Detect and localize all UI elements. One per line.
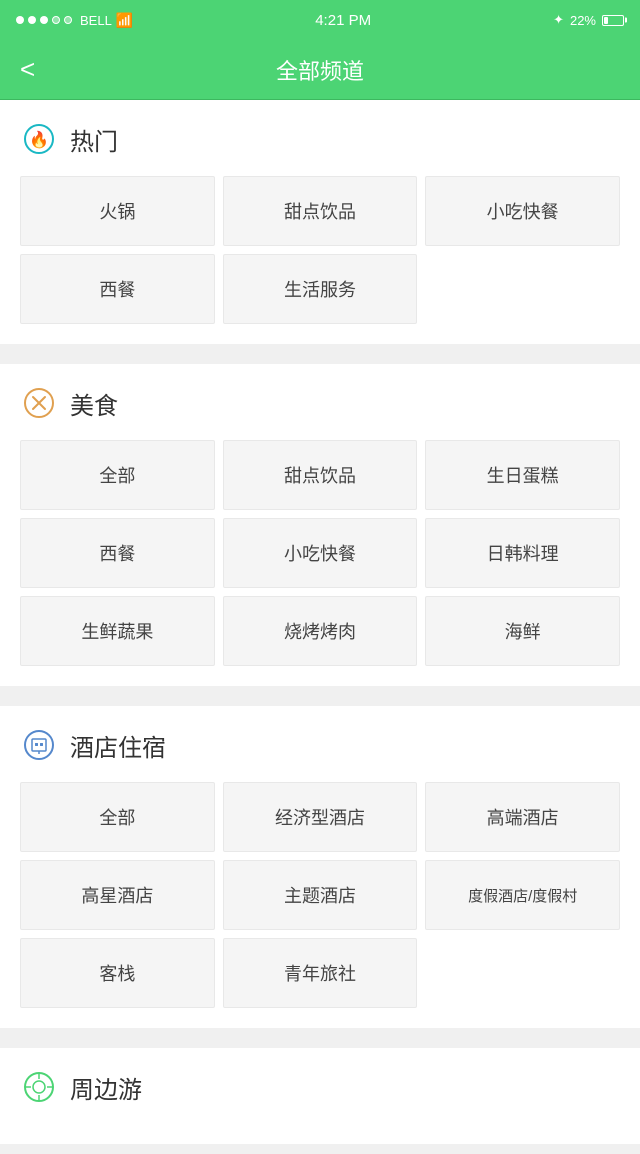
nav-title: 全部频道 — [276, 54, 364, 86]
section-food: 美食 全部 甜点饮品 生日蛋糕 西餐 小吃快餐 日韩料理 生鲜蔬果 烧烤烤肉 海… — [0, 364, 640, 686]
signal-dot-3 — [40, 16, 48, 24]
travel-icon — [20, 1068, 58, 1106]
hot-item-xican[interactable]: 西餐 — [20, 254, 215, 324]
signal-dot-1 — [16, 16, 24, 24]
food-item-xiaochi[interactable]: 小吃快餐 — [223, 518, 418, 588]
gap-2 — [0, 696, 640, 706]
section-hotel-title: 酒店住宿 — [70, 728, 166, 763]
hotel-item-gaoduan[interactable]: 高端酒店 — [425, 782, 620, 852]
hot-icon: 🔥 — [20, 120, 58, 158]
section-travel: 周边游 — [0, 1048, 640, 1144]
food-item-haixian[interactable]: 海鲜 — [425, 596, 620, 666]
section-food-header: 美食 — [20, 384, 620, 422]
status-bar: BELL 📶 4:21 PM ✦ 22% — [0, 0, 640, 40]
gap-3 — [0, 1038, 640, 1048]
hotel-item-all[interactable]: 全部 — [20, 782, 215, 852]
food-item-birthday[interactable]: 生日蛋糕 — [425, 440, 620, 510]
hotel-item-qingnian[interactable]: 青年旅社 — [223, 938, 418, 1008]
hot-grid: 火锅 甜点饮品 小吃快餐 西餐 生活服务 — [20, 176, 620, 324]
battery-percentage: 22% — [570, 13, 596, 28]
food-item-shengxian[interactable]: 生鲜蔬果 — [20, 596, 215, 666]
nav-bar: < 全部频道 — [0, 40, 640, 100]
hot-item-empty — [425, 254, 620, 324]
status-right: ✦ 22% — [553, 12, 624, 28]
hotel-icon — [20, 726, 58, 764]
carrier-label: BELL — [80, 13, 112, 28]
section-travel-title: 周边游 — [70, 1070, 142, 1105]
section-hotel: 酒店住宿 全部 经济型酒店 高端酒店 高星酒店 主题酒店 度假酒店/度假村 客栈… — [0, 706, 640, 1028]
hot-item-shenguo[interactable]: 生活服务 — [223, 254, 418, 324]
section-hot-header: 🔥 热门 — [20, 120, 620, 158]
hot-item-tiandian[interactable]: 甜点饮品 — [223, 176, 418, 246]
bluetooth-icon: ✦ — [553, 12, 564, 28]
section-hot: 🔥 热门 火锅 甜点饮品 小吃快餐 西餐 生活服务 — [0, 100, 640, 344]
section-hot-title: 热门 — [70, 122, 118, 157]
section-hotel-header: 酒店住宿 — [20, 726, 620, 764]
food-item-rihan[interactable]: 日韩料理 — [425, 518, 620, 588]
battery-icon — [602, 15, 624, 26]
hotel-grid: 全部 经济型酒店 高端酒店 高星酒店 主题酒店 度假酒店/度假村 客栈 青年旅社 — [20, 782, 620, 1008]
hotel-item-gaoxing[interactable]: 高星酒店 — [20, 860, 215, 930]
food-grid: 全部 甜点饮品 生日蛋糕 西餐 小吃快餐 日韩料理 生鲜蔬果 烧烤烤肉 海鲜 — [20, 440, 620, 666]
food-item-xican[interactable]: 西餐 — [20, 518, 215, 588]
hot-item-xiaochi[interactable]: 小吃快餐 — [425, 176, 620, 246]
battery-fill — [604, 17, 608, 24]
status-time: 4:21 PM — [315, 12, 371, 29]
section-food-title: 美食 — [70, 386, 118, 421]
status-left: BELL 📶 — [16, 12, 133, 29]
main-content: 🔥 热门 火锅 甜点饮品 小吃快餐 西餐 生活服务 美食 — [0, 100, 640, 1144]
hotel-item-zhuti[interactable]: 主题酒店 — [223, 860, 418, 930]
hotel-item-jingji[interactable]: 经济型酒店 — [223, 782, 418, 852]
signal-dot-4 — [52, 16, 60, 24]
signal-dot-2 — [28, 16, 36, 24]
hotel-item-empty — [425, 938, 620, 1008]
gap-1 — [0, 354, 640, 364]
food-item-all[interactable]: 全部 — [20, 440, 215, 510]
back-button[interactable]: < — [20, 54, 35, 85]
wifi-icon: 📶 — [116, 12, 133, 29]
food-item-shaokao[interactable]: 烧烤烤肉 — [223, 596, 418, 666]
signal-dot-5 — [64, 16, 72, 24]
food-icon — [20, 384, 58, 422]
food-item-tiandian[interactable]: 甜点饮品 — [223, 440, 418, 510]
hotel-item-kanzhan[interactable]: 客栈 — [20, 938, 215, 1008]
svg-text:🔥: 🔥 — [29, 130, 49, 149]
hotel-item-dujia[interactable]: 度假酒店/度假村 — [425, 860, 620, 930]
hot-item-huoguo[interactable]: 火锅 — [20, 176, 215, 246]
section-travel-header: 周边游 — [20, 1068, 620, 1106]
